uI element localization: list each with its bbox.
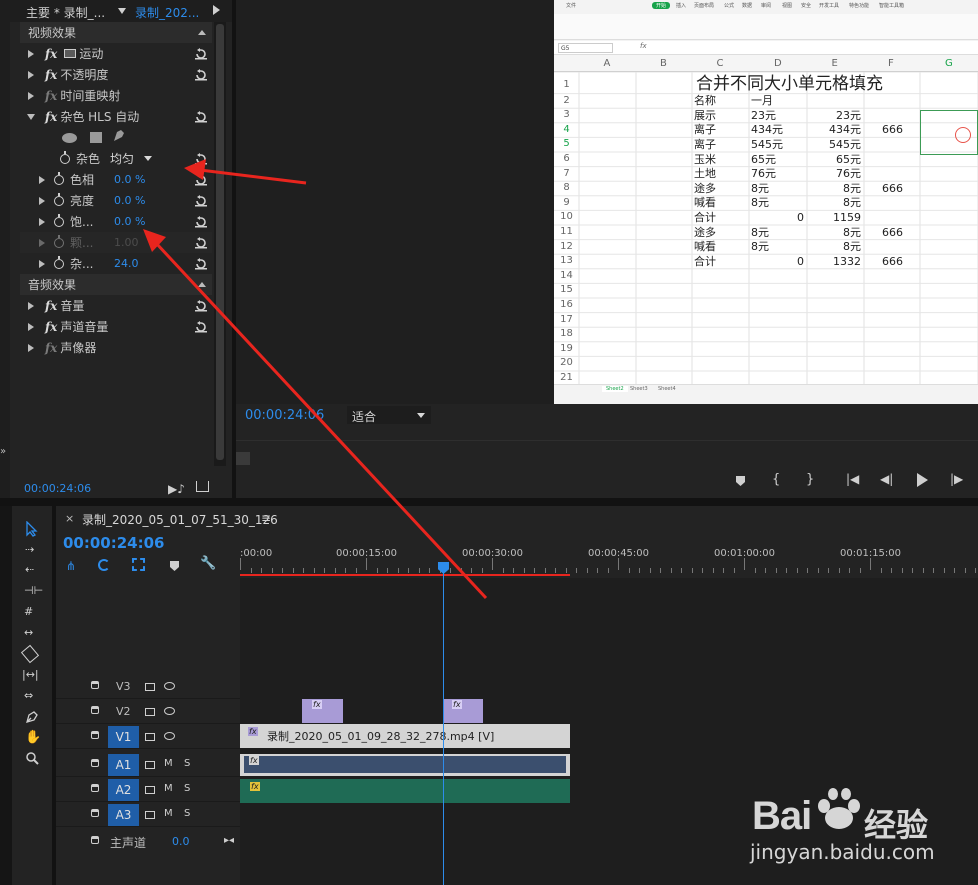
annotation-arrows <box>143 159 488 600</box>
red-arrowhead-1 <box>184 159 206 180</box>
red-arrow-2 <box>154 241 488 600</box>
watermark-url: jingyan.baidu.com <box>750 840 935 864</box>
red-arrow-1 <box>199 168 307 185</box>
baidu-watermark: Bai 经验 jingyan.baidu.com <box>750 780 978 885</box>
paw-icon <box>814 786 864 832</box>
watermark-brand: Bai <box>752 794 812 838</box>
